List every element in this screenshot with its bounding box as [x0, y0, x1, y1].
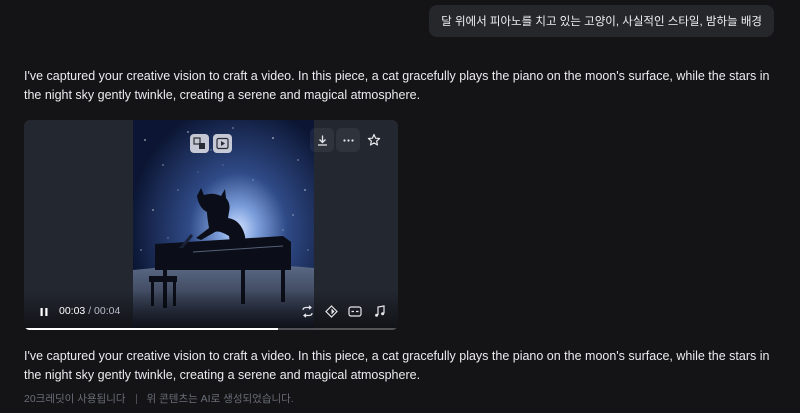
video-overlay-tools	[190, 134, 232, 153]
subtitles-icon[interactable]	[344, 300, 366, 322]
play-frame-icon[interactable]	[213, 134, 232, 153]
video-right-controls	[296, 300, 390, 322]
duration: 00:04	[94, 305, 121, 317]
loop-icon[interactable]	[296, 300, 318, 322]
video-top-actions	[306, 127, 390, 153]
pause-icon[interactable]	[36, 304, 52, 320]
image-swap-icon[interactable]	[190, 134, 209, 153]
video-progress-fill	[24, 328, 279, 330]
time-separator: /	[85, 305, 95, 317]
credits-used-text: 20크레딧이 사용됩니다	[24, 393, 126, 405]
assistant-message-top: I've captured your creative vision to cr…	[24, 69, 770, 102]
assistant-message-bottom: I've captured your creative vision to cr…	[24, 349, 770, 382]
video-time: 00:03 / 00:04	[59, 305, 120, 317]
message-footer: 20크레딧이 사용됩니다 위 콘텐츠는 AI로 생성되었습니다.	[24, 391, 294, 406]
ai-generated-notice: 위 콘텐츠는 AI로 생성되었습니다.	[146, 393, 294, 405]
download-icon[interactable]	[310, 128, 334, 152]
more-icon[interactable]	[336, 128, 360, 152]
current-time: 00:03	[59, 305, 86, 317]
star-icon[interactable]	[362, 128, 386, 152]
footer-divider	[135, 393, 137, 404]
video-player[interactable]: 00:03 / 00:04	[24, 120, 398, 330]
diamond-icon[interactable]	[320, 300, 342, 322]
user-message-text: 달 위에서 피아노를 치고 있는 고양이, 사실적인 스타일, 밤하늘 배경	[441, 16, 762, 28]
video-progress-track[interactable]	[24, 328, 398, 330]
user-message-bubble: 달 위에서 피아노를 치고 있는 고양이, 사실적인 스타일, 밤하늘 배경	[429, 5, 774, 37]
music-icon[interactable]	[368, 300, 390, 322]
